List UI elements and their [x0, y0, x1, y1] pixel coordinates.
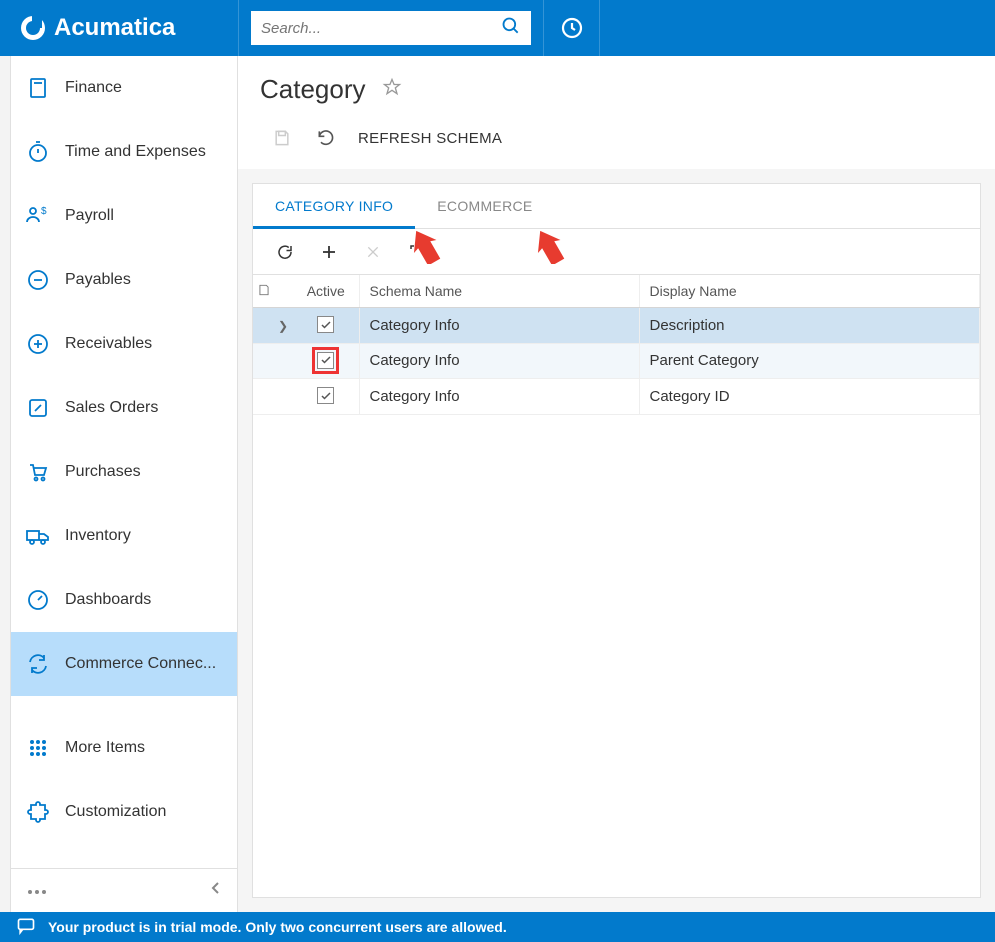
topbar: Acumatica [0, 0, 995, 56]
search-box [251, 11, 531, 45]
edit-square-icon [25, 395, 51, 421]
sidebar-item-purchases[interactable]: Purchases [11, 440, 237, 504]
active-checkbox[interactable] [317, 387, 334, 404]
column-header-active[interactable]: Active [293, 275, 359, 308]
gauge-icon [25, 587, 51, 613]
history-button[interactable] [544, 0, 600, 56]
sidebar-footer[interactable] [11, 868, 237, 912]
panel: CATEGORY INFO ECOMMERCE [252, 183, 981, 898]
column-select-icon[interactable] [253, 275, 273, 308]
sidebar-item-label: Receivables [65, 335, 152, 353]
undo-button[interactable] [304, 123, 348, 153]
truck-icon [25, 523, 51, 549]
row-caret-icon: ❯ [278, 319, 288, 333]
sidebar-item-customization[interactable]: Customization [11, 780, 237, 844]
sidebar-item-label: Sales Orders [65, 399, 158, 417]
content-area: Category REFRESH SCHEMA CATEGORY INFO EC… [238, 56, 995, 912]
refresh-schema-button[interactable]: REFRESH SCHEMA [358, 130, 502, 147]
search-input[interactable] [261, 20, 501, 37]
sync-icon [25, 651, 51, 677]
grid: Active Schema Name Display Name ❯ Categor… [253, 275, 980, 897]
sidebar-item-time-expenses[interactable]: Time and Expenses [11, 120, 237, 184]
tabs-row: CATEGORY INFO ECOMMERCE [253, 184, 980, 229]
grid-toolbar [253, 229, 980, 275]
stopwatch-icon [25, 139, 51, 165]
grid-refresh-button[interactable] [263, 237, 307, 267]
payroll-icon: $ [25, 203, 51, 229]
page-header: Category REFRESH SCHEMA [238, 56, 995, 169]
tab-ecommerce[interactable]: ECOMMERCE [415, 184, 554, 228]
active-checkbox[interactable] [317, 316, 334, 333]
chevron-left-icon[interactable] [211, 881, 221, 900]
table-row[interactable]: Category InfoCategory ID [253, 379, 980, 415]
sidebar-item-label: Finance [65, 79, 122, 97]
sidebar-item-payables[interactable]: Payables [11, 248, 237, 312]
column-header-display[interactable]: Display Name [639, 275, 980, 308]
cell-schema[interactable]: Category Info [359, 379, 639, 415]
sidebar-item-inventory[interactable]: Inventory [11, 504, 237, 568]
grid-delete-button [351, 237, 395, 267]
cell-display[interactable]: Description [639, 308, 980, 344]
cart-icon [25, 459, 51, 485]
sidebar-item-sales-orders[interactable]: Sales Orders [11, 376, 237, 440]
column-header-schema[interactable]: Schema Name [359, 275, 639, 308]
brand-area[interactable]: Acumatica [0, 0, 238, 56]
grid-dots-icon [25, 735, 51, 761]
sidebar-item-label: Customization [65, 803, 166, 821]
sidebar-item-more-items[interactable]: More Items [11, 716, 237, 780]
sidebar-strip [0, 56, 11, 912]
grid-fit-button[interactable] [395, 237, 439, 267]
puzzle-icon [25, 799, 51, 825]
minus-circle-icon [25, 267, 51, 293]
plus-circle-icon [25, 331, 51, 357]
sidebar-item-dashboards[interactable]: Dashboards [11, 568, 237, 632]
statusbar: Your product is in trial mode. Only two … [0, 912, 995, 942]
more-icon [27, 882, 47, 900]
sidebar-item-label: Commerce Connec... [65, 655, 216, 673]
sidebar: Finance Time and Expenses $ Payroll Paya… [11, 56, 238, 912]
sidebar-item-label: Time and Expenses [65, 143, 206, 161]
star-icon[interactable] [382, 77, 402, 102]
calculator-icon [25, 75, 51, 101]
brand-logo-icon [20, 15, 46, 41]
status-text: Your product is in trial mode. Only two … [48, 919, 507, 935]
page-title: Category [260, 74, 366, 105]
save-button [260, 123, 304, 153]
sidebar-item-label: Purchases [65, 463, 141, 481]
sidebar-item-label: More Items [65, 739, 145, 757]
sidebar-item-label: Dashboards [65, 591, 151, 609]
table-row[interactable]: ❯ Category InfoDescription [253, 308, 980, 344]
sidebar-item-commerce-connector[interactable]: Commerce Connec... [11, 632, 237, 696]
sidebar-item-label: Inventory [65, 527, 131, 545]
tab-category-info[interactable]: CATEGORY INFO [253, 184, 415, 228]
brand-name: Acumatica [54, 14, 175, 42]
active-checkbox[interactable] [317, 352, 334, 369]
search-icon[interactable] [501, 16, 521, 41]
sidebar-item-finance[interactable]: Finance [11, 56, 237, 120]
cell-display[interactable]: Category ID [639, 379, 980, 415]
search-area [238, 0, 544, 56]
cell-schema[interactable]: Category Info [359, 308, 639, 344]
table-row[interactable]: Category InfoParent Category [253, 343, 980, 379]
sidebar-item-receivables[interactable]: Receivables [11, 312, 237, 376]
sidebar-item-payroll[interactable]: $ Payroll [11, 184, 237, 248]
cell-schema[interactable]: Category Info [359, 343, 639, 379]
chat-icon[interactable] [16, 916, 36, 939]
svg-text:$: $ [41, 206, 47, 217]
cell-display[interactable]: Parent Category [639, 343, 980, 379]
grid-add-button[interactable] [307, 237, 351, 267]
sidebar-item-label: Payables [65, 271, 131, 289]
sidebar-item-label: Payroll [65, 207, 114, 225]
